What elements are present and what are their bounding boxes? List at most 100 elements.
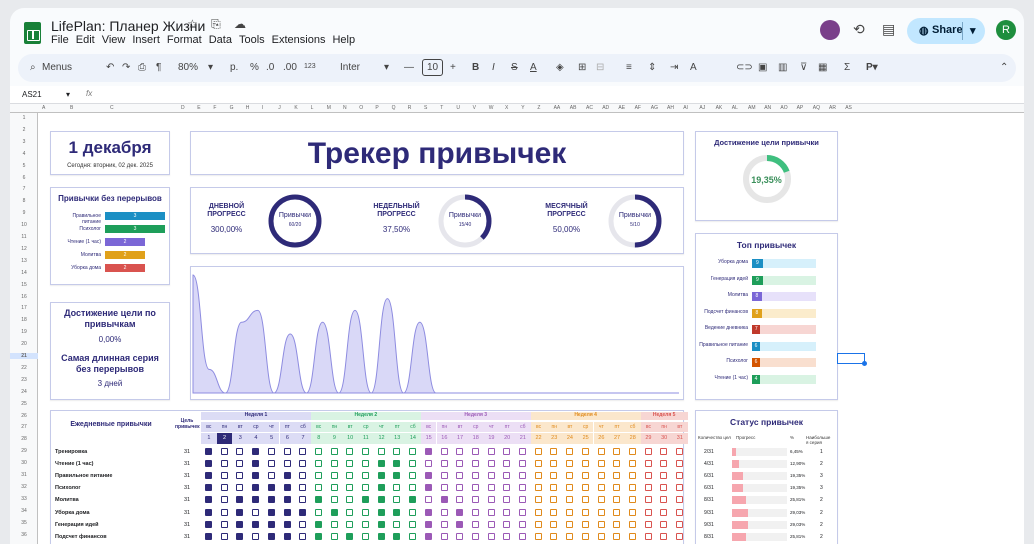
link-icon[interactable]: ⊂⊃ bbox=[736, 62, 753, 73]
habit-checkbox[interactable] bbox=[330, 520, 338, 528]
day-number[interactable]: 22 bbox=[530, 433, 547, 444]
habit-checkbox[interactable] bbox=[581, 508, 589, 516]
row-header[interactable]: 33 bbox=[10, 496, 38, 502]
habit-checkbox[interactable] bbox=[644, 448, 652, 455]
habit-checkbox[interactable] bbox=[393, 532, 401, 540]
menus-search[interactable]: Menus bbox=[42, 62, 72, 73]
habit-checkbox[interactable] bbox=[456, 472, 464, 480]
column-header[interactable]: AN bbox=[764, 105, 771, 111]
day-number[interactable]: 20 bbox=[499, 433, 515, 444]
collaborator-avatar[interactable] bbox=[820, 20, 840, 40]
habit-checkbox[interactable] bbox=[660, 472, 668, 480]
habit-checkbox[interactable] bbox=[471, 532, 479, 540]
habit-checkbox[interactable] bbox=[220, 448, 228, 455]
habit-checkbox[interactable] bbox=[644, 508, 652, 516]
habit-checkbox[interactable] bbox=[314, 472, 322, 480]
habit-checkbox[interactable] bbox=[503, 532, 511, 540]
habit-checkbox[interactable] bbox=[534, 460, 542, 468]
filter-views-icon[interactable]: ▦ bbox=[818, 62, 827, 73]
habit-checkbox[interactable] bbox=[252, 508, 260, 516]
habit-checkbox[interactable] bbox=[283, 520, 291, 528]
day-number[interactable]: 27 bbox=[609, 433, 625, 444]
habit-checkbox[interactable] bbox=[566, 520, 574, 528]
day-number[interactable]: 14 bbox=[405, 433, 421, 444]
increase-decimal-button[interactable]: .00 bbox=[283, 62, 297, 73]
day-number[interactable]: 4 bbox=[248, 433, 264, 444]
habit-checkbox[interactable] bbox=[440, 484, 448, 492]
habit-checkbox[interactable] bbox=[487, 508, 495, 516]
column-header[interactable]: B bbox=[70, 105, 73, 111]
habit-checkbox[interactable] bbox=[581, 532, 589, 540]
habit-checkbox[interactable] bbox=[613, 520, 621, 528]
habit-checkbox[interactable] bbox=[613, 448, 621, 455]
habit-checkbox[interactable] bbox=[566, 508, 574, 516]
habit-checkbox[interactable] bbox=[283, 484, 291, 492]
selected-cell[interactable] bbox=[837, 353, 865, 364]
habit-checkbox[interactable] bbox=[409, 484, 417, 492]
habit-checkbox[interactable] bbox=[362, 532, 369, 540]
day-number[interactable]: 1 bbox=[201, 433, 217, 444]
column-header[interactable]: W bbox=[489, 105, 494, 111]
column-header[interactable]: AD bbox=[602, 105, 609, 111]
habit-checkbox[interactable] bbox=[628, 472, 636, 480]
column-header[interactable]: G bbox=[230, 105, 234, 111]
column-header[interactable]: A bbox=[42, 105, 45, 111]
habit-checkbox[interactable] bbox=[487, 472, 495, 480]
habit-checkbox[interactable] bbox=[660, 520, 668, 528]
habit-checkbox[interactable] bbox=[566, 472, 574, 480]
habit-checkbox[interactable] bbox=[267, 484, 275, 492]
habit-checkbox[interactable] bbox=[503, 484, 511, 492]
habit-checkbox[interactable] bbox=[660, 496, 668, 504]
habit-checkbox[interactable] bbox=[628, 532, 636, 540]
spreadsheet-grid[interactable]: A B C D E F G H I J K L M N O P Q R S T U V W X Y Z AA AB AC AD AE AF AG… bbox=[10, 104, 1024, 544]
habit-checkbox[interactable] bbox=[362, 496, 369, 504]
column-header[interactable]: AJ bbox=[699, 105, 705, 111]
habit-checkbox[interactable] bbox=[440, 472, 448, 480]
text-color-icon[interactable]: A bbox=[530, 62, 537, 73]
habit-checkbox[interactable] bbox=[566, 460, 574, 468]
habit-checkbox[interactable] bbox=[487, 484, 495, 492]
habit-checkbox[interactable] bbox=[299, 532, 307, 540]
habit-checkbox[interactable] bbox=[299, 496, 307, 504]
row-header[interactable]: 25 bbox=[10, 401, 38, 407]
habit-checkbox[interactable] bbox=[519, 472, 526, 480]
habit-checkbox[interactable] bbox=[346, 532, 354, 540]
habit-checkbox[interactable] bbox=[534, 508, 542, 516]
habit-checkbox[interactable] bbox=[597, 496, 605, 504]
habit-checkbox[interactable] bbox=[628, 448, 636, 455]
column-header[interactable]: AO bbox=[780, 105, 787, 111]
row-header[interactable]: 36 bbox=[10, 532, 38, 538]
habit-checkbox[interactable] bbox=[205, 520, 212, 528]
habit-checkbox[interactable] bbox=[676, 532, 683, 540]
column-header[interactable]: O bbox=[359, 105, 363, 111]
star-move-cloud-icons[interactable]: ☆ ⎘ ☁ bbox=[187, 17, 251, 32]
vertical-align-icon[interactable]: ⇕ bbox=[648, 62, 656, 73]
align-left-icon[interactable]: ≡ bbox=[626, 62, 632, 73]
habit-checkbox[interactable] bbox=[534, 484, 542, 492]
habit-checkbox[interactable] bbox=[581, 460, 589, 468]
habit-checkbox[interactable] bbox=[314, 484, 322, 492]
row-header[interactable]: 26 bbox=[10, 413, 38, 419]
habit-checkbox[interactable] bbox=[440, 496, 448, 504]
habit-checkbox[interactable] bbox=[424, 448, 432, 455]
habit-checkbox[interactable] bbox=[299, 448, 307, 455]
habit-checkbox[interactable] bbox=[471, 520, 479, 528]
row-header[interactable]: 3 bbox=[10, 139, 38, 145]
habit-checkbox[interactable] bbox=[550, 484, 558, 492]
habit-checkbox[interactable] bbox=[487, 496, 495, 504]
habit-checkbox[interactable] bbox=[205, 496, 212, 504]
row-header[interactable]: 21 bbox=[10, 353, 38, 359]
functions-icon[interactable]: Σ bbox=[844, 62, 850, 73]
habit-checkbox[interactable] bbox=[613, 472, 621, 480]
column-header[interactable]: V bbox=[473, 105, 476, 111]
habit-checkbox[interactable] bbox=[534, 472, 542, 480]
collapse-icon[interactable]: ⌃ bbox=[1000, 62, 1008, 73]
habit-checkbox[interactable] bbox=[550, 496, 558, 504]
day-number[interactable]: 15 bbox=[420, 433, 437, 444]
habit-checkbox[interactable] bbox=[252, 496, 260, 504]
habit-checkbox[interactable] bbox=[566, 496, 574, 504]
habit-checkbox[interactable] bbox=[314, 532, 322, 540]
day-number[interactable]: 11 bbox=[358, 433, 374, 444]
habit-checkbox[interactable] bbox=[519, 460, 526, 468]
column-header[interactable]: AB bbox=[570, 105, 577, 111]
